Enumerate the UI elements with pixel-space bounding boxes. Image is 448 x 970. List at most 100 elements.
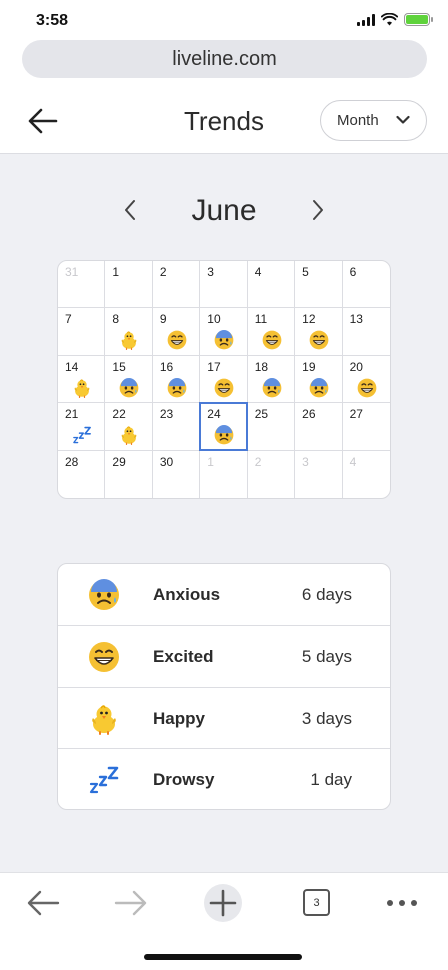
mood-summary-row[interactable]: Happy 3 days (58, 688, 390, 750)
calendar-day[interactable]: 4 (247, 261, 296, 309)
calendar-day[interactable]: 2 (248, 450, 296, 498)
day-number: 28 (65, 454, 79, 469)
mood-day-count: 5 days (301, 646, 352, 666)
day-number: 3 (207, 265, 214, 279)
calendar-day[interactable]: 3 (295, 450, 343, 498)
calendar-day[interactable]: 13 (342, 308, 390, 356)
url-bar[interactable]: liveline.com (22, 40, 427, 78)
calendar-day[interactable]: 3 (200, 261, 248, 309)
calendar-day[interactable]: 26 (295, 403, 343, 451)
calendar-day[interactable]: 29 (105, 450, 153, 498)
anxious-face-icon (119, 377, 139, 398)
day-number: 9 (159, 312, 167, 327)
mood-day-count: 1 day (310, 770, 352, 790)
day-number: 6 (349, 265, 357, 279)
status-time: 3:58 (36, 12, 69, 29)
day-number: 20 (349, 359, 363, 374)
day-number: 13 (349, 312, 363, 327)
next-month-icon[interactable] (310, 198, 326, 222)
zzz-icon (88, 764, 120, 796)
status-icons (357, 13, 433, 26)
mood-day-count: 3 days (301, 708, 352, 728)
calendar-day[interactable]: 16 (152, 355, 201, 404)
calendar-day[interactable]: 7 (58, 308, 106, 356)
grinning-face-icon (214, 378, 234, 398)
zzz-icon (72, 425, 92, 445)
calendar-day[interactable]: 21 (58, 403, 106, 451)
calendar-day[interactable]: 10 (200, 308, 248, 356)
calendar-day[interactable]: 31 (58, 261, 106, 309)
day-number: 1 (207, 454, 214, 469)
calendar-day[interactable]: 14 (58, 355, 106, 404)
browser-forward-icon[interactable] (110, 887, 150, 919)
day-number: 22 (112, 407, 126, 422)
calendar-day[interactable]: 2 (152, 261, 201, 309)
day-number: 4 (349, 454, 357, 469)
month-title: June (191, 194, 257, 227)
browser-back-icon[interactable] (24, 887, 64, 919)
grinning-face-icon (167, 330, 187, 350)
calendar-day[interactable]: 8 (105, 308, 153, 356)
calendar-day[interactable]: 12 (295, 308, 343, 356)
signal-icon (357, 13, 375, 26)
calendar-day[interactable]: 25 (247, 403, 296, 451)
calendar-day[interactable]: 1 (105, 261, 153, 309)
mood-summary-list: Anxious 6 days Excited 5 days Happy 3 days Dro… (57, 563, 391, 810)
mood-day-count: 6 days (301, 585, 352, 604)
tabs-count-button[interactable]: 3 (303, 889, 330, 916)
day-number: 8 (112, 312, 120, 327)
calendar-day[interactable]: 1 (200, 450, 248, 498)
day-number: 25 (254, 407, 269, 422)
day-number: 23 (159, 407, 174, 422)
anxious-face-icon (214, 330, 234, 350)
calendar-day[interactable]: 4 (343, 451, 390, 498)
mood-label: Happy (153, 708, 205, 728)
day-number: 15 (112, 359, 126, 374)
anxious-face-icon (167, 377, 187, 398)
period-selector-label: Month (337, 112, 379, 129)
calendar-day[interactable]: 5 (295, 261, 343, 309)
anxious-face-icon (262, 377, 282, 398)
day-number: 16 (159, 359, 174, 374)
day-number: 27 (349, 407, 363, 422)
calendar-day[interactable]: 17 (200, 355, 248, 404)
calendar-day-selected[interactable]: 24 (199, 402, 249, 452)
calendar-day[interactable]: 11 (247, 308, 296, 356)
calendar-day[interactable]: 30 (153, 450, 201, 498)
period-selector[interactable]: Month (320, 100, 427, 141)
new-tab-plus-icon[interactable] (203, 883, 243, 923)
calendar-day[interactable]: 27 (342, 403, 390, 451)
day-number: 21 (65, 407, 79, 422)
calendar-day[interactable]: 18 (247, 355, 296, 404)
grinning-face-icon (357, 378, 377, 398)
day-number: 7 (65, 312, 72, 327)
day-number: 24 (207, 407, 221, 422)
calendar-day[interactable]: 28 (58, 450, 106, 498)
day-number: 5 (302, 265, 309, 279)
chick-icon (119, 330, 139, 351)
calendar-day[interactable]: 19 (295, 355, 343, 404)
mood-summary-row[interactable]: Anxious 6 days (58, 564, 390, 626)
more-options-icon[interactable] (382, 887, 422, 919)
mood-summary-row[interactable]: Drowsy 1 day (58, 749, 390, 809)
mood-label: Excited (153, 646, 214, 666)
day-number: 30 (159, 454, 174, 469)
anxious-face-icon (214, 425, 234, 445)
grinning-face-icon (262, 330, 282, 350)
chick-icon (72, 378, 92, 398)
mood-summary-row[interactable]: Excited 5 days (58, 626, 390, 688)
month-navigation: June (0, 190, 448, 230)
calendar-day[interactable]: 15 (105, 355, 153, 404)
chick-icon (88, 703, 120, 735)
calendar-day[interactable]: 6 (342, 261, 390, 309)
day-number: 1 (112, 265, 120, 279)
day-number: 19 (302, 359, 316, 374)
mood-label: Drowsy (153, 770, 215, 790)
calendar-day[interactable]: 22 (105, 403, 153, 451)
calendar-day[interactable]: 23 (152, 403, 201, 451)
calendar-day[interactable]: 9 (152, 308, 201, 356)
calendar-grid: 31 1 2 3 4 5 6 7 8 9 10 11 12 13 14 15 16 17 18 19 20 21 22 23 2… (57, 260, 391, 499)
calendar-day[interactable]: 20 (342, 356, 390, 404)
day-number: 12 (302, 312, 316, 327)
day-number: 14 (65, 359, 79, 374)
